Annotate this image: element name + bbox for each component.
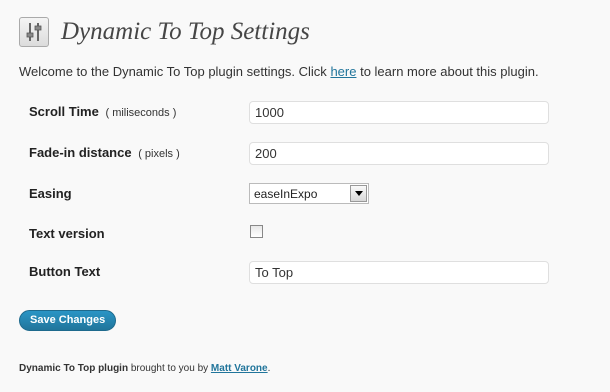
fade-in-row: Fade-in distance ( pixels ) xyxy=(29,142,589,166)
intro-text-before: Welcome to the Dynamic To Top plugin set… xyxy=(19,64,331,79)
easing-label: Easing xyxy=(29,186,72,201)
footer-end: . xyxy=(267,363,271,374)
fade-in-label: Fade-in distance ( pixels ) xyxy=(29,145,180,160)
footer-plugin-name: Dynamic To Top plugin xyxy=(19,363,129,374)
settings-sliders-icon xyxy=(19,17,49,47)
footer-credit: Dynamic To Top plugin brought to you by … xyxy=(19,363,270,374)
button-text-label: Button Text xyxy=(29,264,101,279)
author-link[interactable]: Matt Varone xyxy=(211,363,268,374)
easing-select[interactable]: easeInExpo xyxy=(249,183,369,204)
text-version-row: Text version xyxy=(29,223,589,247)
scroll-time-row: Scroll Time ( miliseconds ) xyxy=(29,101,589,125)
scroll-time-label: Scroll Time ( miliseconds ) xyxy=(29,104,176,119)
footer-middle-text: brought to you by xyxy=(128,363,211,374)
text-version-checkbox[interactable] xyxy=(250,225,263,238)
text-version-label: Text version xyxy=(29,226,105,241)
page-header: Dynamic To Top Settings xyxy=(19,15,310,49)
button-text-input[interactable] xyxy=(249,261,549,284)
fade-in-label-text: Fade-in distance xyxy=(29,145,132,160)
easing-selected-value: easeInExpo xyxy=(254,186,318,201)
easing-row: Easing easeInExpo xyxy=(29,183,589,207)
button-text-row: Button Text xyxy=(29,261,589,285)
scroll-time-input[interactable] xyxy=(249,101,549,124)
intro-text-after: to learn more about this plugin. xyxy=(356,64,539,79)
save-changes-button[interactable]: Save Changes xyxy=(19,310,117,331)
chevron-down-icon[interactable] xyxy=(350,185,367,202)
scroll-time-label-text: Scroll Time xyxy=(29,104,99,119)
learn-more-link[interactable]: here xyxy=(330,64,356,79)
fade-in-unit: ( pixels ) xyxy=(138,148,180,160)
scroll-time-unit: ( miliseconds ) xyxy=(105,107,177,119)
fade-in-distance-input[interactable] xyxy=(249,142,549,165)
intro-text: Welcome to the Dynamic To Top plugin set… xyxy=(19,64,539,79)
page-title: Dynamic To Top Settings xyxy=(61,18,310,45)
